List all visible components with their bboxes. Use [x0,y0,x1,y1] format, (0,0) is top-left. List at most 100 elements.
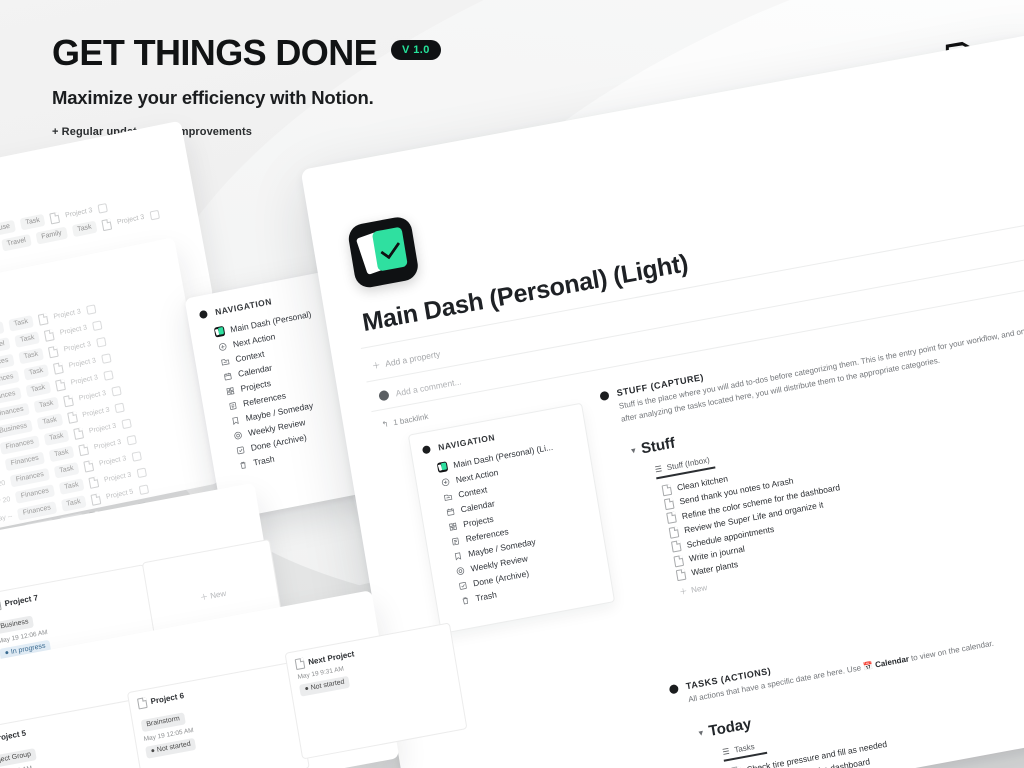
project-ref: Project 3 [52,307,82,321]
row-checkbox [138,483,149,495]
bullet-icon [599,390,610,402]
type-tag: Task [48,445,75,463]
plus-circle-icon [216,341,228,353]
inner-navigation-list: Main Dash (Personal) (Li... Next Action Co… [436,437,600,606]
gtd-app-icon [436,461,449,473]
page-icon [675,568,687,582]
type-tag: Task [43,429,70,446]
nav-item-label: Trash [252,453,276,468]
nav-item-label: Context [457,484,488,500]
page-icon [670,540,682,553]
page-icon [49,211,61,224]
row-checkbox [131,450,142,462]
row-checkbox [95,336,107,348]
bookmark-icon [452,550,463,562]
backlink-label: 1 backlink [392,411,430,428]
target-icon [454,565,465,577]
context-tag: Finances [15,484,55,504]
project-ref: Project 3 [103,471,132,484]
page-icon [668,526,680,539]
project-ref: Project 3 [116,213,145,226]
bullet-icon [198,309,209,320]
nav-item-label: Trash [474,589,498,604]
context-tag: Finances [0,402,30,423]
folder-icon [219,355,231,367]
hero-block: GET THINGS DONE V 1.0 Maximize your effic… [52,33,441,139]
page-icon [663,497,675,511]
nav-item-label: Calendar [459,498,496,515]
tasks-section: TASKS (ACTIONS) All actions that have a … [668,593,1024,768]
inner-navigation-card: NAVIGATION Main Dash (Personal) (Li... Ne… [407,402,616,635]
row-date: May 20 [0,463,1,474]
check-square-icon [234,444,246,456]
divider [360,220,1024,349]
document-icon [227,400,239,412]
navigation-heading: NAVIGATION [214,296,273,318]
row-date: May -- [0,512,13,524]
row-checkbox [136,467,147,478]
row-checkbox [126,434,137,446]
project-ref: Project 3 [59,323,88,337]
project-card-title: Project 7 [3,593,39,609]
page-icon [55,378,66,392]
stuff-section: STUFF (CAPTURE) Stuff is the place where… [599,300,1024,606]
hero-subtitle: Maximize your efficiency with Notion. [52,87,374,108]
type-tag: Task [33,396,60,414]
tasks-desc-link[interactable]: Calendar [874,654,909,669]
type-tag: Task [23,364,50,381]
stuff-toggle-label: Stuff [639,434,677,458]
project-ref: Project 3 [64,206,94,219]
row-checkbox [92,319,103,331]
list-view-icon: ☰ [654,464,663,475]
page-icon [0,599,2,612]
context-tag: Business [0,419,34,439]
project-card[interactable]: Project 6 Brainstorm May 19 12:05 AM ● Not … [126,661,310,768]
list-view-icon: ☰ [721,746,731,757]
nav-item-label: Projects [462,513,495,530]
page-icon [48,345,59,358]
type-tag: Task [60,495,87,512]
context-tag: Finances [0,435,40,455]
nav-item-label: Calendar [237,362,273,379]
project-ref: Project 3 [68,356,97,370]
page-icon [90,492,102,506]
row-checkbox [100,352,112,364]
plus-icon: ＋ [678,586,689,597]
trash-icon [237,459,249,471]
page-icon [294,657,306,671]
page-icon [661,483,673,496]
page-icon [666,511,677,525]
type-tag: Task [8,315,35,332]
backlink-arrow-icon: ↰ [381,419,390,430]
page-icon [44,328,56,342]
page-icon [37,312,49,326]
calendar-icon [444,506,455,518]
type-tag: Task [53,461,80,479]
row-checkbox [114,402,126,413]
row-checkbox [97,202,108,214]
nav-item-label: Projects [239,377,272,394]
row-date: May 20 [0,495,11,507]
page-icon [53,361,64,375]
type-tag: Task [36,413,63,430]
type-tag: Task [18,347,45,365]
row-checkbox [149,209,160,220]
page-icon [63,394,75,407]
project-ref: Project 3 [78,389,107,402]
backlink-button[interactable]: ↰ 1 backlink [381,412,429,429]
page-icon [88,475,100,489]
row-date: May 20 [0,479,6,490]
context-tag: Finances [10,467,50,488]
trash-icon [459,594,470,606]
type-tag: Task [14,331,41,348]
chevron-down-icon: ▾ [630,445,637,456]
gtd-app-icon [213,325,226,338]
tasks-db-view-label: Tasks [733,741,756,755]
version-badge: V 1.0 [391,40,441,60]
gtd-app-icon [346,214,421,290]
context-tag: Finances [4,451,45,472]
page-icon [83,459,95,473]
extra-tag: Family [35,226,68,245]
row-checkbox [121,418,132,429]
project-ref: Project 3 [70,373,99,387]
